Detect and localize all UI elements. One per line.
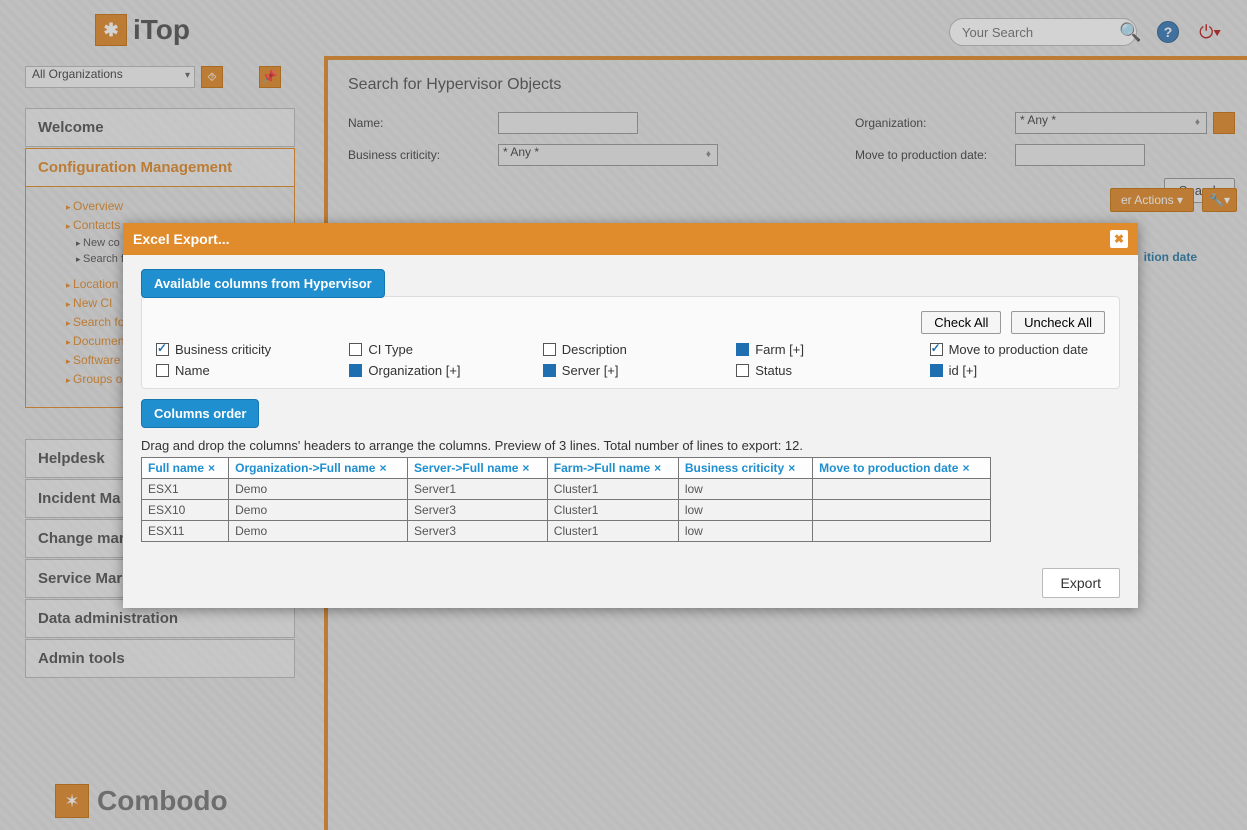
available-columns-legend: Available columns from Hypervisor [141, 269, 385, 298]
dialog-body: Available columns from Hypervisor Check … [123, 255, 1138, 550]
chk-status[interactable]: Status [736, 363, 911, 378]
available-columns-box: Check All Uncheck All Business criticity… [141, 296, 1120, 389]
col-header-fullname[interactable]: Full name× [142, 458, 229, 479]
table-row: ESX10DemoServer3Cluster1low [142, 500, 991, 521]
dialog-titlebar[interactable]: Excel Export... ✖ [123, 223, 1138, 255]
chk-id[interactable]: id [+] [930, 363, 1105, 378]
close-icon[interactable]: ✖ [1110, 230, 1128, 248]
columns-order-legend: Columns order [141, 399, 259, 428]
chk-business-criticity[interactable]: Business criticity [156, 342, 331, 357]
preview-table: Full name× Organization->Full name× Serv… [141, 457, 991, 542]
table-row: ESX1DemoServer1Cluster1low [142, 479, 991, 500]
preview-header-row: Full name× Organization->Full name× Serv… [142, 458, 991, 479]
export-button[interactable]: Export [1042, 568, 1120, 598]
col-header-server[interactable]: Server->Full name× [408, 458, 548, 479]
dialog-title: Excel Export... [133, 231, 229, 247]
table-row: ESX11DemoServer3Cluster1low [142, 521, 991, 542]
excel-export-dialog: Excel Export... ✖ Available columns from… [123, 223, 1138, 608]
columns-order-instructions: Drag and drop the columns' headers to ar… [141, 438, 1120, 453]
uncheck-all-button[interactable]: Uncheck All [1011, 311, 1105, 334]
chk-organization[interactable]: Organization [+] [349, 363, 524, 378]
chk-proddate[interactable]: Move to production date [930, 342, 1105, 357]
col-header-proddate[interactable]: Move to production date× [813, 458, 991, 479]
col-header-farm[interactable]: Farm->Full name× [547, 458, 678, 479]
chk-description[interactable]: Description [543, 342, 718, 357]
chk-name[interactable]: Name [156, 363, 331, 378]
chk-server[interactable]: Server [+] [543, 363, 718, 378]
chk-ci-type[interactable]: CI Type [349, 342, 524, 357]
chk-farm[interactable]: Farm [+] [736, 342, 911, 357]
col-header-org[interactable]: Organization->Full name× [229, 458, 408, 479]
col-header-bc[interactable]: Business criticity× [678, 458, 812, 479]
modal-overlay: Excel Export... ✖ Available columns from… [0, 0, 1247, 830]
check-all-button[interactable]: Check All [921, 311, 1001, 334]
